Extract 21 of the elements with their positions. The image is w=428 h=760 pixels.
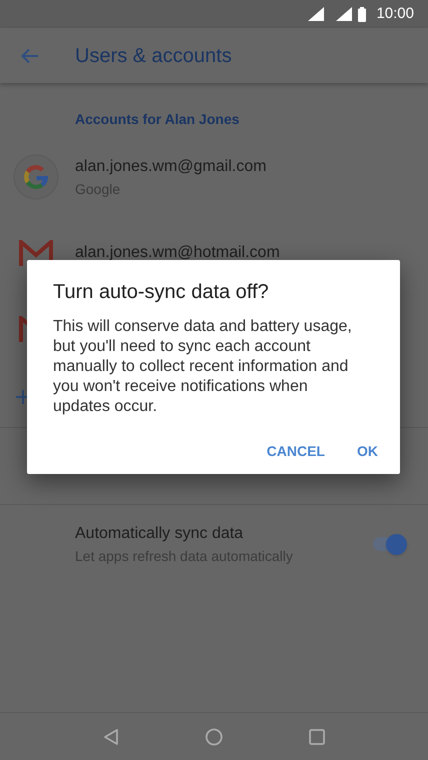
dialog-message: This will conserve data and battery usage, but you'll need to sync each account manually to collect recent information and you won't receive notifications when updates occur.: [53, 317, 353, 417]
battery-icon: [358, 6, 366, 22]
account-email: alan.jones.wm@hotmail.com: [75, 243, 280, 263]
m-logo-icon: [18, 240, 52, 266]
dialog-button[interactable]: OK: [345, 433, 390, 469]
back-arrow-icon[interactable]: [21, 48, 39, 64]
toggle-switch[interactable]: [373, 533, 407, 555]
status-time: 10:00: [376, 4, 414, 24]
recents-icon[interactable]: [309, 728, 325, 744]
section-header: Accounts for Alan Jones: [75, 110, 240, 129]
g-logo-icon: [13, 154, 59, 200]
signal-icon: [308, 7, 324, 21]
setting-title: Automatically sync data: [75, 524, 244, 544]
signal-icon: [336, 7, 352, 21]
screen-title: Users & accounts: [75, 44, 232, 68]
dialog-button[interactable]: CANCEL: [254, 433, 337, 469]
home-icon[interactable]: [205, 728, 223, 746]
dialog-title: Turn auto-sync data off?: [53, 280, 270, 305]
plus-icon[interactable]: [16, 390, 30, 404]
back-icon[interactable]: [103, 728, 119, 746]
account-email: alan.jones.wm@gmail.com: [75, 156, 266, 176]
